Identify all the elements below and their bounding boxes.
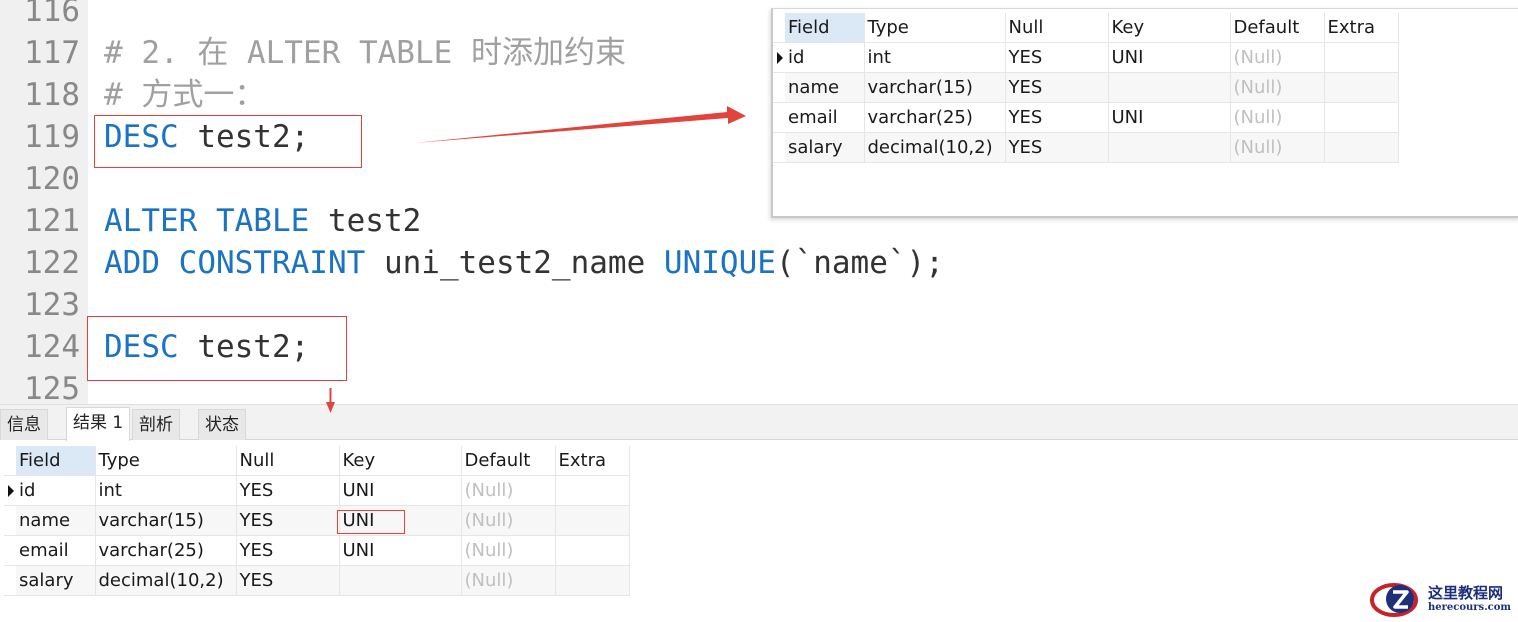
annotation-arrows	[326, 106, 746, 413]
site-logo-icon	[1370, 583, 1418, 617]
arrow-to-popup	[414, 106, 746, 143]
logo-subtitle: herecours.com	[1428, 602, 1512, 613]
logo-title: 这里教程网	[1428, 584, 1504, 602]
site-watermark-logo: 这里教程网 herecours.com	[1370, 578, 1518, 622]
arrow-to-result	[326, 388, 335, 413]
